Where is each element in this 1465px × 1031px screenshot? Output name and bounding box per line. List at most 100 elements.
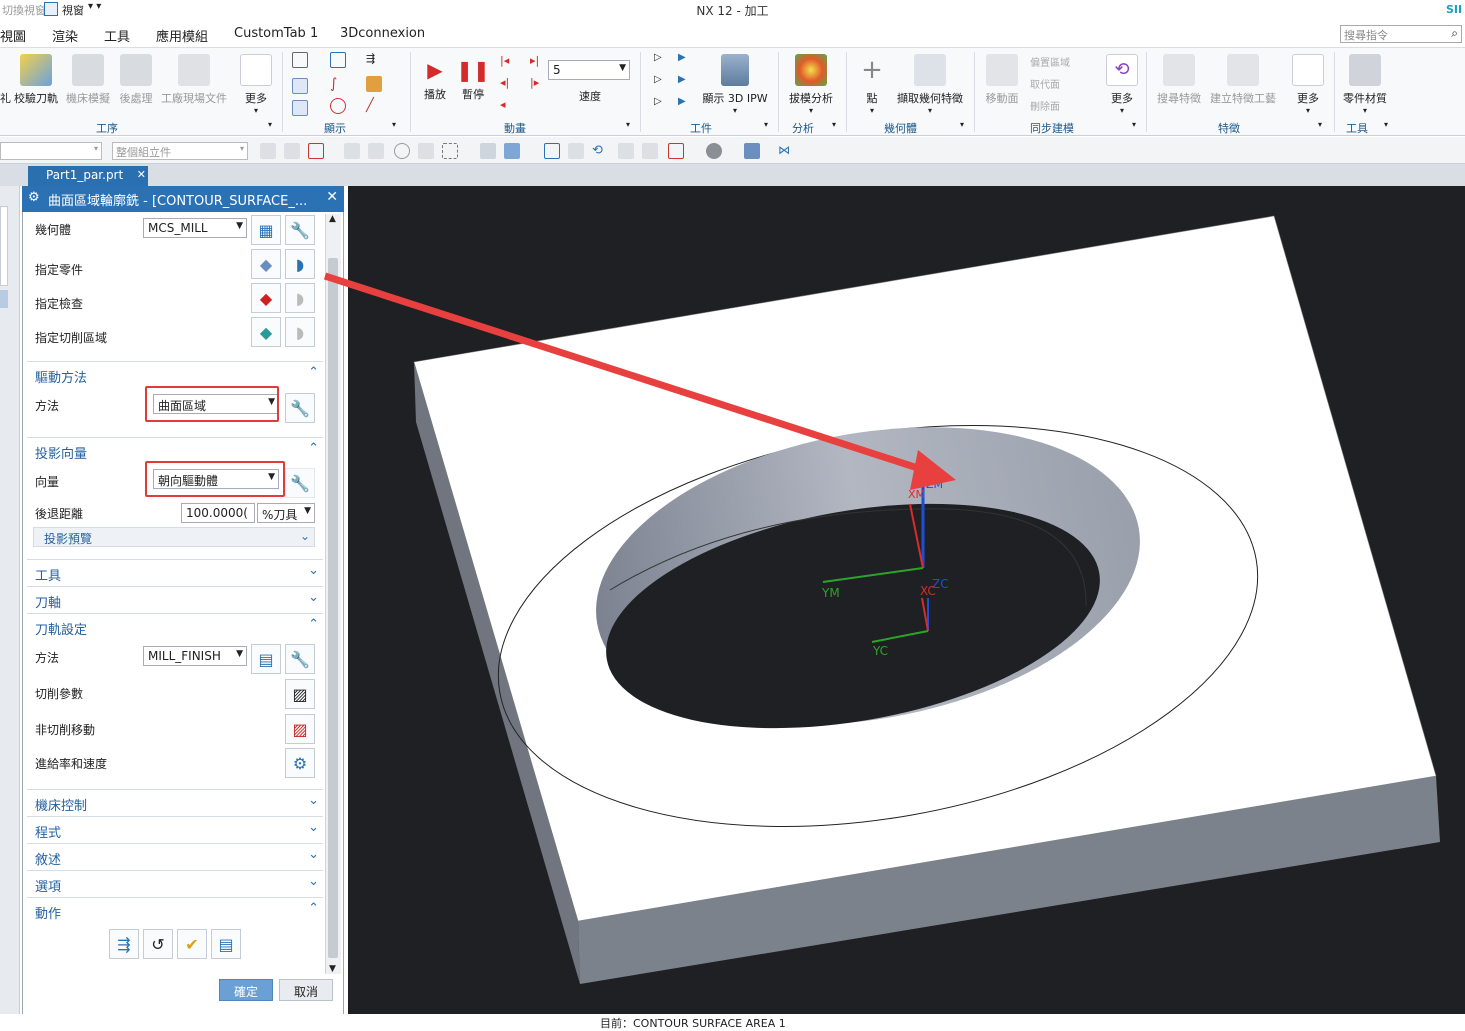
cube-view-icon[interactable] [744,143,760,159]
cut-area-icon[interactable]: ◆ [251,317,281,347]
wrench-icon[interactable]: 🔧 [285,644,315,674]
expand-icon[interactable]: ▾ [626,120,630,129]
new-geometry-icon[interactable]: ▦ [251,215,281,245]
expand-icon[interactable]: ▾ [392,120,396,129]
part-material-button[interactable]: 零件材質 ▾ [1340,54,1390,115]
non-cut-moves-icon[interactable]: ▨ [285,714,315,744]
section-tool-axis[interactable]: 刀軸 ⌄ [27,586,323,611]
machine-sim-button[interactable]: 機床模擬 [64,54,112,106]
chevron-down-icon[interactable]: ⌄ [308,793,319,808]
close-icon[interactable]: ✕ [326,189,338,205]
verify-icon[interactable]: ✔ [177,929,207,959]
flashlight-icon[interactable]: ◗ [285,283,315,313]
workpiece-icon-2[interactable]: ▷ [654,74,670,90]
check-select-icon[interactable]: ◆ [251,283,281,313]
more-features-button[interactable]: 更多 ▾ [1288,54,1328,115]
chevron-down-icon[interactable]: ⌄ [308,874,319,889]
section-drive-method[interactable]: 驅動方法 ⌃ [27,361,323,386]
ok-button[interactable]: 確定 [219,979,273,1001]
visibility-icon[interactable]: ⋈ [778,143,794,159]
menu-3dconnexion[interactable]: 3Dconnexion [340,26,425,41]
new-method-icon[interactable]: ▤ [251,644,281,674]
display-option-icon[interactable] [292,52,308,68]
draft-analysis-button[interactable]: 拔模分析 ▾ [784,54,838,115]
chevron-up-icon[interactable]: ⌃ [308,901,319,916]
chevron-down-icon[interactable]: ⌄ [308,590,319,605]
chevron-down-icon[interactable]: ⌄ [308,563,319,578]
layer-icon[interactable] [668,143,684,159]
pan-icon[interactable] [618,143,634,159]
scroll-down-icon[interactable]: ▼ [329,964,336,974]
shop-doc-button[interactable]: 工廠現場文件 [160,54,228,106]
wrench-icon[interactable]: 🔧 [285,393,315,423]
play-button[interactable]: ▶ 播放 [418,58,452,102]
expand-icon[interactable]: ▾ [1384,120,1388,129]
generate-icon[interactable]: ⇶ [109,929,139,959]
path-method-dropdown[interactable]: MILL_FINISH ▼ [143,646,247,666]
step-forward-icon[interactable]: ▸| [530,54,546,70]
speed-dropdown[interactable]: 5 ▼ [548,60,630,80]
section-projection-vector[interactable]: 投影向量 ⌃ [27,437,323,462]
command-search-box[interactable]: 搜尋指令 ⌕ [1340,25,1462,43]
replace-face-button[interactable]: 取代面 [1030,76,1060,91]
expand-icon[interactable]: ▾ [832,120,836,129]
snap-icon[interactable] [344,143,360,159]
list-icon[interactable]: ▤ [211,929,241,959]
fit-view-icon[interactable] [544,143,560,159]
render-style-icon[interactable] [706,143,722,159]
snap-icon[interactable] [368,143,384,159]
cancel-button[interactable]: 取消 [279,979,333,1001]
menu-application[interactable]: 應用模組 [156,26,208,45]
rotate-icon[interactable]: ⟲ [592,143,608,159]
resource-tab[interactable] [0,290,8,308]
chevron-down-icon[interactable]: ⌄ [308,820,319,835]
type-filter-combo[interactable]: ▾ [0,142,102,160]
display-view-icon[interactable] [330,52,346,68]
cut-params-icon[interactable]: ▨ [285,679,315,709]
wrench-icon[interactable]: 🔧 [285,215,315,245]
snap-icon[interactable] [308,143,324,159]
projection-preview-row[interactable]: 投影預覽 ⌄ [33,527,315,547]
chevron-up-icon[interactable]: ⌃ [308,617,319,632]
display-path-icon[interactable] [292,100,308,116]
feeds-speeds-icon[interactable]: ⚙ [285,748,315,778]
part-select-icon[interactable]: ◆ [251,249,281,279]
select-box-icon[interactable] [442,143,458,159]
rewind-icon[interactable]: ◂ [500,98,516,114]
menu-customtab[interactable]: CustomTab 1 [234,26,318,41]
more-sync-button[interactable]: ⟲ 更多 ▾ [1102,54,1142,115]
retract-distance-input[interactable]: 100.0000( [181,503,255,523]
extract-geometry-button[interactable]: 擷取幾何特徵 ▾ [894,54,966,115]
menu-render[interactable]: 渲染 [52,26,78,45]
graphics-window[interactable]: XM ZM YM XC ZC YC [348,186,1465,1014]
step-back-icon[interactable]: |◂ [500,54,516,70]
chevron-up-icon[interactable]: ⌃ [308,441,319,456]
scroll-thumb[interactable] [328,258,338,958]
step-back-fast-icon[interactable]: ◂| [500,76,516,92]
scope-filter-combo[interactable]: 整個組立件 ▾ [112,142,248,160]
display-wireframe-icon[interactable] [292,78,308,94]
workpiece-icon-1[interactable]: ▷ [654,52,670,68]
target-icon[interactable] [330,98,346,114]
section-path-settings[interactable]: 刀軌設定 ⌃ [27,613,323,638]
flashlight-icon[interactable]: ◗ [285,249,315,279]
snap-icon[interactable] [284,143,300,159]
zoom-icon[interactable] [568,143,584,159]
section-description[interactable]: 敘述 ⌄ [27,843,323,868]
move-face-button[interactable]: 移動面 [980,54,1024,106]
replay-icon[interactable]: ↺ [143,929,173,959]
expand-icon[interactable]: ▾ [268,120,272,129]
section-actions[interactable]: 動作 ⌃ [27,897,323,922]
workpiece-icon-6[interactable]: ▶ [678,96,694,112]
pause-button[interactable]: ❚❚ 暫停 [456,58,490,102]
menu-view[interactable]: 視圖 [0,26,26,45]
close-icon[interactable]: ✕ [137,168,146,181]
expand-icon[interactable]: ▾ [764,120,768,129]
section-options[interactable]: 選項 ⌄ [27,870,323,895]
section-machine-control[interactable]: 機床控制 ⌄ [27,789,323,814]
flashlight-icon[interactable]: ◗ [285,317,315,347]
tool-holder-icon[interactable] [366,76,382,92]
gear-icon[interactable]: ⚙ [28,190,40,205]
postprocess-button[interactable]: 後處理 [114,54,158,106]
offset-region-button[interactable]: 偏置區域 [1030,54,1070,69]
